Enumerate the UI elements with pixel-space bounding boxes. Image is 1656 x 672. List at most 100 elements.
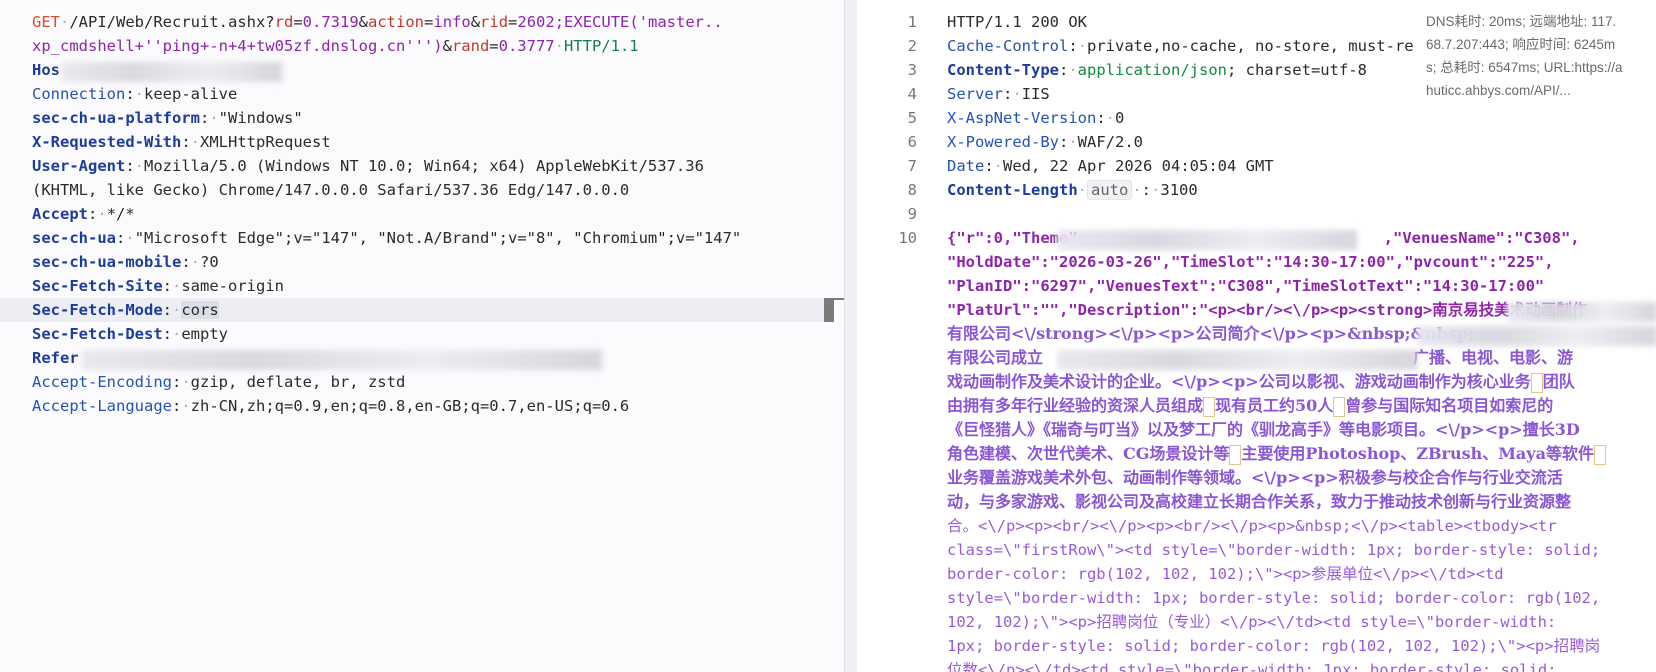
request-header-line: X-Requested-With:·XMLHttpRequest bbox=[32, 133, 331, 151]
json-text: 1px; border-style: solid; border-color: … bbox=[947, 637, 1601, 655]
json-text: 由拥有多年行业经验的资深人员组成 bbox=[947, 396, 1204, 415]
header-key: Accept-Language bbox=[32, 397, 172, 415]
status-text: HTTP/1.1 200 OK bbox=[947, 13, 1087, 31]
header-key: Content-Type bbox=[947, 61, 1059, 79]
info-line: huticc.ahbys.com/API/... bbox=[1426, 83, 1571, 98]
line-number: 5 bbox=[907, 109, 917, 127]
header-key: Connection bbox=[32, 85, 126, 103]
header-value: ?0 bbox=[200, 253, 219, 271]
header-key: sec-ch-ua bbox=[32, 229, 116, 247]
header-key: Sec-Fetch-Site bbox=[32, 277, 163, 295]
header-key: User-Agent bbox=[32, 157, 126, 175]
request-header-line: Sec-Fetch-Mode:·cors bbox=[32, 301, 219, 319]
redacted-intro bbox=[1417, 326, 1656, 346]
json-body-line: 《巨怪猎人》《瑞奇与叮当》以及梦工厂的《驯龙高手》等电影项目。<\/p><p>擅… bbox=[947, 418, 1580, 442]
json-text: "PlatUrl":"","Description":"<p><br/><\/p… bbox=[947, 301, 1588, 319]
param-value: 2602;EXECUTE('master.. bbox=[517, 13, 723, 31]
header-key: Cache-Control bbox=[947, 37, 1069, 55]
header-value: empty bbox=[181, 325, 229, 343]
header-key: sec-ch-ua-mobile bbox=[32, 253, 182, 271]
json-text: 有限公司<\/strong><\/p><p>公司简介<\/p><p>&nbsp;… bbox=[947, 324, 1474, 343]
vertical-scroll-thumb[interactable] bbox=[824, 300, 834, 322]
header-value: (KHTML, like Gecko) Chrome/147.0.0.0 Saf… bbox=[32, 181, 630, 199]
json-text: 位数<\/p><\/td><td style=\"border-width: 1… bbox=[947, 661, 1557, 672]
param-name: rid bbox=[480, 13, 509, 31]
header-key: Accept bbox=[32, 205, 88, 223]
request-header-line: User-Agent:·Mozilla/5.0 (Windows NT 10.0… bbox=[32, 157, 704, 175]
header-value: IIS bbox=[1021, 85, 1050, 103]
header-key: sec-ch-ua-platform bbox=[32, 109, 200, 127]
json-body-line: style=\"border-width: 1px; border-style:… bbox=[947, 586, 1600, 610]
resp-header-server: Server:·IIS bbox=[947, 85, 1050, 103]
param-value: 0.7319 bbox=[302, 13, 359, 31]
line-number: 3 bbox=[907, 61, 917, 79]
auto-badge[interactable]: auto bbox=[1087, 180, 1133, 200]
header-value: 0 bbox=[1115, 109, 1125, 127]
request-header-line: Connection:·keep-alive bbox=[32, 85, 238, 103]
header-host: Hos bbox=[32, 58, 60, 82]
http-method: GET bbox=[32, 13, 60, 31]
resp-header-content-type: Content-Type:·application/json; charset=… bbox=[947, 61, 1367, 79]
header-value: keep-alive bbox=[144, 85, 238, 103]
header-key: X-AspNet-Version bbox=[947, 109, 1097, 127]
json-text: border-color: rgb(102, 102, 102);\"><p>参… bbox=[947, 565, 1504, 583]
json-text: 戏动画制作及美术设计的企业。<\/p><p>公司以影视、游戏动画制作为核心业务 bbox=[947, 372, 1531, 391]
info-line: s; 总耗时: 6547ms; URL:https://a bbox=[1426, 60, 1623, 75]
json-text: 广播、电视、电影、游 bbox=[1413, 348, 1574, 367]
request-header-line: (KHTML, like Gecko) Chrome/147.0.0.0 Saf… bbox=[32, 178, 629, 202]
json-body-line: "HoldDate":"2026-03-26","TimeSlot":"14:3… bbox=[947, 250, 1554, 274]
header-value: Mozilla/5.0 (Windows NT 10.0; Win64; x64… bbox=[144, 157, 704, 175]
header-referer: Refer bbox=[32, 346, 79, 370]
json-text: 团队 bbox=[1542, 372, 1575, 391]
header-key: Sec-Fetch-Mode bbox=[32, 301, 163, 319]
json-body-line: 1px; border-style: solid; border-color: … bbox=[947, 634, 1600, 658]
json-body-line: "PlatUrl":"","Description":"<p><br/><\/p… bbox=[947, 298, 1587, 322]
param-value: 0.3777 bbox=[498, 37, 555, 55]
header-key: X-Requested-With bbox=[32, 133, 182, 151]
redacted-founded bbox=[1057, 350, 1417, 370]
resp-header-date: Date:·Wed, 22 Apr 2026 04:05:04 GMT bbox=[947, 157, 1274, 175]
redacted-company bbox=[1507, 302, 1656, 322]
json-text: 动，与多家游戏、影视公司及高校建立长期合作关系，致力于推动技术创新与行业资源整 bbox=[947, 492, 1572, 511]
request-header-line: sec-ch-ua-mobile:·?0 bbox=[32, 253, 219, 271]
line-number: 10 bbox=[898, 229, 917, 247]
request-header-line: Sec-Fetch-Dest:·empty bbox=[32, 325, 229, 343]
json-body-line: 由拥有多年行业经验的资深人员组成 现有员工约50人 曾参与国际知名项目如索尼的 bbox=[947, 394, 1553, 418]
response-status-line: HTTP/1.1 200 OK bbox=[947, 10, 1087, 34]
json-body-line: 合。<\/p><p><br/><\/p><p><br/><\/p><p>&nbs… bbox=[947, 514, 1557, 538]
param-name: rd bbox=[274, 13, 294, 31]
header-value: "Microsoft Edge";v="147", "Not.A/Brand";… bbox=[134, 229, 742, 247]
json-text: 《巨怪猎人》《瑞奇与叮当》以及梦工厂的《驯龙高手》等电影项目。<\/p><p>擅… bbox=[947, 420, 1580, 439]
header-value: */* bbox=[106, 205, 135, 223]
json-text: 现有员工约50人 bbox=[1215, 396, 1334, 415]
pane-splitter[interactable] bbox=[844, 0, 858, 672]
line-number: 2 bbox=[907, 37, 917, 55]
param-value: info bbox=[433, 13, 471, 31]
header-value: 3100 bbox=[1160, 181, 1198, 199]
header-key: Accept-Encoding bbox=[32, 373, 172, 391]
json-text: ,"VenuesName":"C308", bbox=[1383, 229, 1580, 247]
json-body-line: 位数<\/p><\/td><td style=\"border-width: 1… bbox=[947, 658, 1557, 672]
header-key: Server bbox=[947, 85, 1003, 103]
json-text: "HoldDate":"2026-03-26","TimeSlot":"14:3… bbox=[947, 253, 1554, 271]
request-line-1: GET·/API/Web/Recruit.ashx?rd=0.7319&acti… bbox=[32, 13, 723, 31]
header-value: gzip, deflate, br, zstd bbox=[190, 373, 406, 391]
json-body-line: 102, 102);\"><p>招聘岗位（专业）<\/p><\/td><td s… bbox=[947, 610, 1556, 634]
json-text: "PlanID":"6297","VenuesText":"C308","Tim… bbox=[947, 277, 1545, 295]
timing-info-tooltip: DNS耗时: 20ms; 远端地址: 117. 68.7.207:443; 响应… bbox=[1426, 10, 1656, 102]
request-editor[interactable]: GET·/API/Web/Recruit.ashx?rd=0.7319&acti… bbox=[0, 0, 844, 672]
header-key: Hos bbox=[32, 61, 60, 79]
redacted-theme bbox=[1057, 230, 1357, 250]
header-value: Wed, 22 Apr 2026 04:05:04 GMT bbox=[1003, 157, 1274, 175]
http-protocol: HTTP/1.1 bbox=[563, 37, 639, 55]
info-line: 68.7.207:443; 响应时间: 6245m bbox=[1426, 37, 1616, 52]
request-header-line: Sec-Fetch-Site:·same-origin bbox=[32, 277, 284, 295]
json-body-line: "PlanID":"6297","VenuesText":"C308","Tim… bbox=[947, 274, 1544, 298]
header-accept-encoding: Accept-Encoding:·gzip, deflate, br, zstd bbox=[32, 373, 406, 391]
json-body-line: 戏动画制作及美术设计的企业。<\/p><p>公司以影视、游戏动画制作为核心业务团… bbox=[947, 370, 1575, 394]
param-name: action bbox=[368, 13, 425, 31]
header-value: application/json bbox=[1077, 61, 1227, 79]
json-text: 合。<\/p><p><br/><\/p><p><br/><\/p><p>&nbs… bbox=[947, 517, 1557, 535]
line-number: 1 bbox=[907, 13, 917, 31]
json-text: 角色建模、次世代美术、CG场景设计等 bbox=[947, 444, 1230, 463]
